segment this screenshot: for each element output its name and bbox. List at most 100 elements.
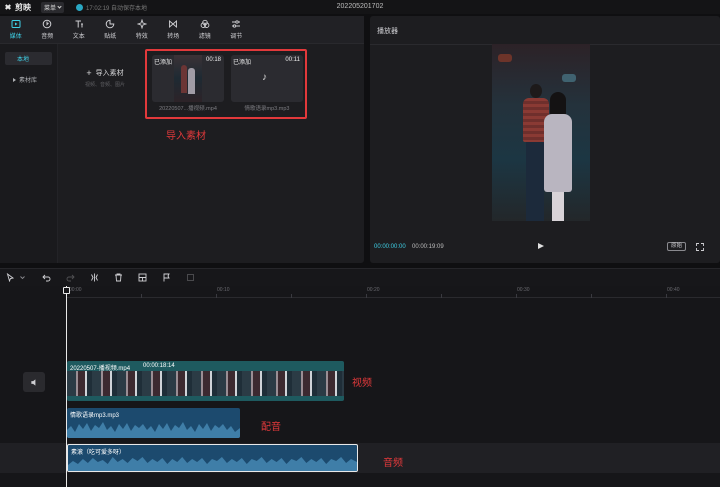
import-hint: 视频、音频、图片 xyxy=(84,82,125,88)
audio-icon xyxy=(42,19,52,29)
ruler-label: 00:40 xyxy=(667,287,680,293)
video-clip[interactable]: 20220507-播视频.mp4 00:00:18:14 xyxy=(67,361,344,401)
effects-icon xyxy=(136,19,147,29)
freeze-frame-icon[interactable] xyxy=(137,273,147,283)
voiceover-clip-name: 情歌语录mp3.mp3 xyxy=(70,413,120,419)
media-icon xyxy=(11,19,21,29)
ruler-tick xyxy=(516,294,517,298)
music-clip[interactable]: 素滚（吃可爱多呀） xyxy=(67,444,358,472)
imported-assets-highlight: 已添加 00:18 20220507...播视频.mp4 已添加 00:11 ♪… xyxy=(145,49,307,119)
player-panel: 播放器 00:00:00:00 00:00:19:09 原始 xyxy=(370,16,720,263)
tab-adjust-label: 调节 xyxy=(230,34,243,40)
filter-icon xyxy=(200,19,210,29)
tab-text[interactable]: 文本 xyxy=(63,16,95,43)
playhead[interactable] xyxy=(66,286,67,487)
total-time: 00:00:19:09 xyxy=(412,244,444,250)
cloud-save-icon xyxy=(76,3,84,11)
fullscreen-icon[interactable] xyxy=(696,243,704,251)
asset-thumbnail-video[interactable]: 已添加 00:18 xyxy=(152,55,224,102)
current-time: 00:00:00:00 xyxy=(374,244,406,250)
speaker-icon xyxy=(30,378,35,386)
asset-thumbnail-audio[interactable]: 已添加 00:11 ♪ xyxy=(231,55,303,102)
redo-icon[interactable] xyxy=(65,273,75,283)
import-area[interactable]: + 导入素材 视频、音频、图片 xyxy=(70,68,140,88)
chevron-down-icon xyxy=(57,3,62,9)
app-name: 剪映 xyxy=(15,2,31,12)
asset-name: 情歌语录mp3.mp3 xyxy=(244,106,290,112)
asset-toolbar: 媒体 音频 文本 贴纸 特效 转场 滤镜 调节 xyxy=(0,16,364,44)
annotation-music: 音频 xyxy=(383,458,403,469)
transition-icon xyxy=(168,19,178,29)
import-button[interactable]: + 导入素材 xyxy=(70,68,140,78)
tab-transition[interactable]: 转场 xyxy=(158,16,190,43)
ruler-tick xyxy=(366,294,367,298)
track-mute-button[interactable] xyxy=(23,372,45,392)
import-label: 导入素材 xyxy=(95,70,124,77)
video-preview[interactable] xyxy=(492,44,590,221)
sidebar-item-local[interactable]: 本地 xyxy=(5,52,52,65)
save-status: 17:02:19 自动保存本地 xyxy=(76,3,147,12)
preview-person-woman xyxy=(544,92,572,221)
tab-media-label: 媒体 xyxy=(9,34,22,40)
crop-icon[interactable] xyxy=(185,273,195,283)
select-tool-icon[interactable] xyxy=(5,273,15,283)
playhead-handle[interactable] xyxy=(63,287,70,294)
marker-flag-icon[interactable] xyxy=(161,273,171,283)
added-badge: 已添加 xyxy=(233,60,252,66)
menu-label: 菜单 xyxy=(44,5,57,12)
music-clip-name: 素滚（吃可爱多呀） xyxy=(71,450,126,456)
tab-filter-label: 滤镜 xyxy=(198,34,211,40)
person-head xyxy=(530,84,542,98)
timeline-ruler[interactable]: 00:00 00:10 00:20 00:30 00:40 xyxy=(66,286,720,298)
tab-filter[interactable]: 滤镜 xyxy=(189,16,221,43)
chevron-down-icon[interactable] xyxy=(17,273,27,283)
tab-effects-label: 特效 xyxy=(135,34,148,40)
delete-icon[interactable] xyxy=(113,273,123,283)
tab-audio[interactable]: 音频 xyxy=(32,16,64,43)
main-menu-button[interactable]: 菜单 xyxy=(41,1,65,13)
play-icon[interactable] xyxy=(538,243,544,249)
undo-icon[interactable] xyxy=(41,273,51,283)
annotation-voice: 配音 xyxy=(261,422,281,433)
plus-icon: + xyxy=(86,68,92,78)
tab-transition-label: 转场 xyxy=(167,34,180,40)
annotation-video: 视频 xyxy=(352,378,372,389)
video-filmstrip xyxy=(67,371,344,396)
aspect-ratio-button[interactable]: 原始 xyxy=(667,242,687,251)
ruler-tick xyxy=(216,294,217,298)
save-status-text: 17:02:19 自动保存本地 xyxy=(86,5,148,12)
ruler-tick xyxy=(291,294,292,298)
split-icon[interactable] xyxy=(89,273,99,283)
tab-sticker[interactable]: 贴纸 xyxy=(95,16,127,43)
asset-name: 20220507...播视频.mp4 xyxy=(159,106,217,112)
capcut-logo-icon xyxy=(4,3,13,11)
tab-audio-label: 音频 xyxy=(41,34,54,40)
background-light xyxy=(498,54,512,62)
tab-adjust[interactable]: 调节 xyxy=(221,16,253,43)
sticker-icon xyxy=(105,19,115,29)
tab-effects[interactable]: 特效 xyxy=(126,16,158,43)
voiceover-waveform xyxy=(67,420,240,438)
ruler-label: 00:20 xyxy=(367,287,380,293)
tab-media[interactable]: 媒体 xyxy=(0,16,32,43)
asset-duration: 00:11 xyxy=(285,57,300,63)
timeline-toolbar xyxy=(0,268,720,286)
person-coat xyxy=(544,114,572,192)
media-sidebar: 本地 素材库 xyxy=(0,44,58,263)
added-badge: 已添加 xyxy=(154,60,173,66)
player-title: 播放器 xyxy=(377,28,398,35)
ruler-label: 00:30 xyxy=(517,287,530,293)
video-clip-duration: 00:00:18:14 xyxy=(143,363,175,369)
sidebar-item-library[interactable]: 素材库 xyxy=(5,73,52,86)
video-thumbnail-image xyxy=(174,55,202,102)
adjust-icon xyxy=(231,19,241,29)
sidebar-item-label: 本地 xyxy=(17,57,30,63)
asset-duration: 00:18 xyxy=(205,57,221,63)
ruler-tick xyxy=(666,294,667,298)
text-icon xyxy=(74,19,84,29)
person-legs xyxy=(526,142,544,221)
title-bar: 剪映 菜单 17:02:19 自动保存本地 20220520170​2 xyxy=(0,0,720,14)
voiceover-clip[interactable]: 情歌语录mp3.mp3 xyxy=(67,408,240,438)
ruler-tick xyxy=(141,294,142,298)
ruler-label: 00:00 xyxy=(69,287,82,293)
